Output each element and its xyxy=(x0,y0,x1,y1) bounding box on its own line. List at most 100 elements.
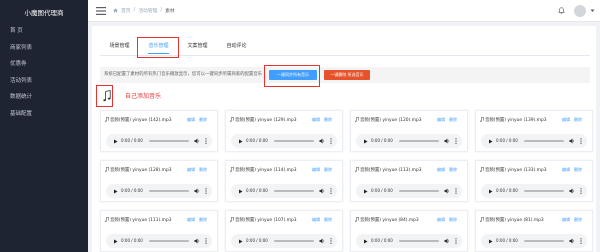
hamburger-icon[interactable] xyxy=(96,7,106,15)
delete-link[interactable]: 删除 xyxy=(574,216,582,223)
audio-player: 0:00 / 0:00 xyxy=(106,184,212,198)
add-own-music-label[interactable]: 自己添加音乐 xyxy=(125,92,161,102)
edit-link[interactable]: 编辑 xyxy=(562,116,570,123)
sidebar-item-settings[interactable]: 基础配置 xyxy=(0,106,88,123)
breadcrumb-home[interactable]: 首页 xyxy=(121,7,131,14)
volume-icon[interactable] xyxy=(319,188,325,194)
progress-slider[interactable] xyxy=(524,140,564,142)
more-options-icon[interactable] xyxy=(205,188,207,194)
more-options-icon[interactable] xyxy=(455,138,457,144)
volume-icon[interactable] xyxy=(194,238,200,244)
edit-link[interactable]: 编辑 xyxy=(187,166,195,173)
delete-link[interactable]: 删除 xyxy=(324,216,332,223)
progress-slider[interactable] xyxy=(274,240,314,242)
sync-all-music-button[interactable]: 一键同步所有音乐 xyxy=(269,70,317,80)
delete-selected-music-button[interactable]: 一键删除 所选音乐 xyxy=(324,70,370,80)
play-icon[interactable] xyxy=(363,189,368,194)
edit-link[interactable]: 编辑 xyxy=(312,166,320,173)
delete-link[interactable]: 删除 xyxy=(199,116,207,123)
more-options-icon[interactable] xyxy=(205,138,207,144)
play-icon[interactable] xyxy=(113,189,118,194)
more-options-icon[interactable] xyxy=(330,188,332,194)
edit-link[interactable]: 编辑 xyxy=(437,166,445,173)
progress-slider[interactable] xyxy=(274,190,314,192)
volume-icon[interactable] xyxy=(569,188,575,194)
bell-icon[interactable] xyxy=(558,7,565,14)
edit-link[interactable]: 编辑 xyxy=(187,116,195,123)
progress-slider[interactable] xyxy=(524,240,564,242)
tab-auto-comments[interactable]: 自动评论 xyxy=(217,39,256,55)
delete-link[interactable]: 删除 xyxy=(449,166,457,173)
delete-link[interactable]: 删除 xyxy=(574,166,582,173)
sidebar-item-home[interactable]: 首 页 xyxy=(0,23,88,40)
more-options-icon[interactable] xyxy=(580,188,582,194)
volume-icon[interactable] xyxy=(444,188,450,194)
notice-bar: 系统已配置了素材的所有热门音乐播放显示，您可以一键同步所属商家的配置音乐 一键同… xyxy=(100,67,590,83)
music-title: 音频(预置) yinyue (81).mp3 xyxy=(485,217,544,223)
time-display: 0:00 / 0:00 xyxy=(496,138,518,143)
progress-slider[interactable] xyxy=(399,140,439,142)
edit-link[interactable]: 编辑 xyxy=(562,216,570,223)
sidebar-item-activities[interactable]: 活动列表 xyxy=(0,73,88,90)
tab-copywriting[interactable]: 文案管理 xyxy=(178,39,217,55)
delete-link[interactable]: 删除 xyxy=(324,166,332,173)
progress-slider[interactable] xyxy=(524,190,564,192)
tab-scenes[interactable]: 场景管理 xyxy=(100,39,139,55)
delete-link[interactable]: 删除 xyxy=(574,116,582,123)
audio-player: 0:00 / 0:00 xyxy=(481,184,587,198)
music-note-icon[interactable] xyxy=(103,90,111,102)
more-options-icon[interactable] xyxy=(455,238,457,244)
tab-music[interactable]: 音乐管理 xyxy=(139,39,178,55)
play-icon[interactable] xyxy=(488,189,493,194)
play-icon[interactable] xyxy=(113,239,118,244)
more-options-icon[interactable] xyxy=(330,238,332,244)
play-icon[interactable] xyxy=(363,139,368,144)
more-options-icon[interactable] xyxy=(330,138,332,144)
play-icon[interactable] xyxy=(363,239,368,244)
progress-slider[interactable] xyxy=(274,140,314,142)
edit-link[interactable]: 编辑 xyxy=(187,216,195,223)
sidebar-item-coupons[interactable]: 优惠券 xyxy=(0,56,88,73)
music-card: 音频(预置) yinyue (113).mp3 编辑 删除 0:00 / 0:00 xyxy=(350,160,468,202)
sidebar-nav: 首 页 商家列表 优惠券 活动列表 数据统计 基础配置 xyxy=(0,23,88,123)
progress-slider[interactable] xyxy=(399,240,439,242)
delete-link[interactable]: 删除 xyxy=(199,216,207,223)
delete-link[interactable]: 删除 xyxy=(199,166,207,173)
more-options-icon[interactable] xyxy=(205,238,207,244)
progress-slider[interactable] xyxy=(149,240,189,242)
volume-icon[interactable] xyxy=(194,188,200,194)
breadcrumb-section[interactable]: 活动管理 xyxy=(138,7,157,14)
progress-slider[interactable] xyxy=(149,190,189,192)
play-icon[interactable] xyxy=(488,239,493,244)
play-icon[interactable] xyxy=(238,239,243,244)
delete-link[interactable]: 删除 xyxy=(449,216,457,223)
volume-icon[interactable] xyxy=(569,238,575,244)
sidebar-item-statistics[interactable]: 数据统计 xyxy=(0,89,88,106)
volume-icon[interactable] xyxy=(319,238,325,244)
edit-link[interactable]: 编辑 xyxy=(437,116,445,123)
play-icon[interactable] xyxy=(238,139,243,144)
volume-icon[interactable] xyxy=(569,138,575,144)
more-options-icon[interactable] xyxy=(580,238,582,244)
sidebar-item-merchants[interactable]: 商家列表 xyxy=(0,40,88,57)
delete-link[interactable]: 删除 xyxy=(449,116,457,123)
audio-player: 0:00 / 0:00 xyxy=(481,234,587,248)
play-icon[interactable] xyxy=(238,189,243,194)
volume-icon[interactable] xyxy=(319,138,325,144)
play-icon[interactable] xyxy=(488,139,493,144)
delete-link[interactable]: 删除 xyxy=(324,116,332,123)
volume-icon[interactable] xyxy=(194,138,200,144)
more-options-icon[interactable] xyxy=(455,188,457,194)
edit-link[interactable]: 编辑 xyxy=(437,216,445,223)
progress-slider[interactable] xyxy=(399,190,439,192)
volume-icon[interactable] xyxy=(444,238,450,244)
progress-slider[interactable] xyxy=(149,140,189,142)
volume-icon[interactable] xyxy=(444,138,450,144)
play-icon[interactable] xyxy=(113,139,118,144)
avatar[interactable] xyxy=(574,5,586,17)
edit-link[interactable]: 编辑 xyxy=(312,116,320,123)
edit-link[interactable]: 编辑 xyxy=(562,166,570,173)
chevron-down-icon[interactable] xyxy=(590,9,595,13)
edit-link[interactable]: 编辑 xyxy=(312,216,320,223)
more-options-icon[interactable] xyxy=(580,138,582,144)
